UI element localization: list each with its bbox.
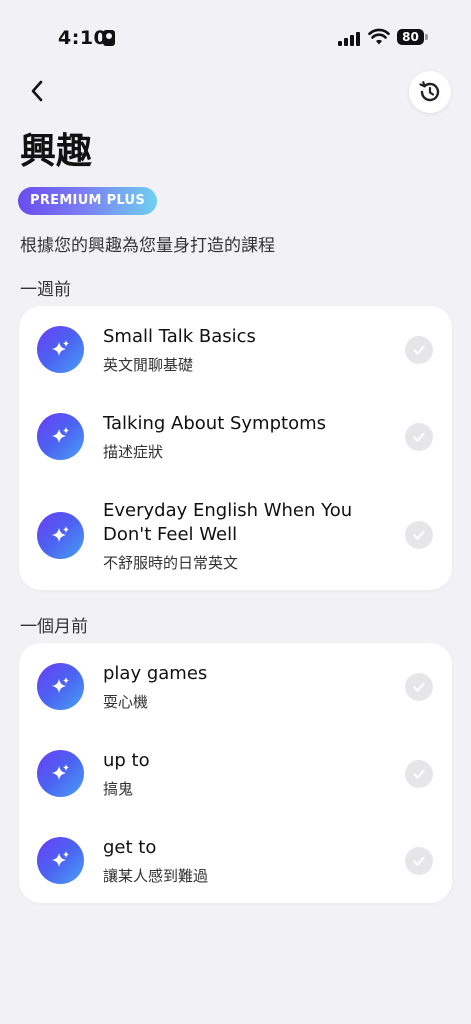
lesson-title: get to xyxy=(103,837,157,858)
checkmark-icon xyxy=(405,847,433,875)
premium-plus-badge: PREMIUM PLUS xyxy=(18,187,158,215)
chevron-left-icon xyxy=(31,80,43,102)
sparkle-icon xyxy=(37,750,84,797)
lesson-subtitle: 不舒服時的日常英文 xyxy=(103,554,239,572)
lesson-title: up to xyxy=(103,750,150,771)
status-bar: 4:10 80 xyxy=(0,0,471,70)
sparkle-icon xyxy=(37,512,84,559)
section-label-month-ago: 一個月前 xyxy=(20,617,88,637)
lesson-title: Small Talk Basics xyxy=(103,326,256,347)
history-button[interactable] xyxy=(409,71,451,113)
lesson-item[interactable]: Talking About Symptoms 描述症狀 xyxy=(19,393,452,480)
sparkle-icon xyxy=(37,413,84,460)
battery-tip xyxy=(425,34,428,40)
page-subtitle: 根據您的興趣為您量身打造的課程 xyxy=(20,236,275,256)
lesson-title: Talking About Symptoms xyxy=(103,413,326,434)
contact-card-icon xyxy=(103,30,115,46)
checkmark-icon xyxy=(405,521,433,549)
checkmark-icon xyxy=(405,673,433,701)
lesson-card-month-ago: play games 耍心機 up to 搞鬼 get to 讓某人感到難過 xyxy=(19,643,452,903)
lesson-item[interactable]: get to 讓某人感到難過 xyxy=(19,817,452,903)
checkmark-icon xyxy=(405,423,433,451)
history-icon xyxy=(419,81,440,102)
status-time: 4:10 xyxy=(58,27,108,49)
sparkle-icon xyxy=(37,837,84,884)
page-title: 興趣 xyxy=(20,131,93,172)
lesson-item[interactable]: play games 耍心機 xyxy=(19,643,452,730)
lesson-subtitle: 英文閒聊基礎 xyxy=(103,356,194,374)
checkmark-icon xyxy=(405,760,433,788)
back-button[interactable] xyxy=(22,76,52,106)
lesson-item[interactable]: up to 搞鬼 xyxy=(19,730,452,817)
sparkle-icon xyxy=(37,326,84,373)
lesson-title: Everyday English When You Don't Feel Wel… xyxy=(103,500,353,545)
lesson-item[interactable]: Small Talk Basics 英文閒聊基礎 xyxy=(19,306,452,393)
lesson-subtitle: 讓某人感到難過 xyxy=(103,867,209,885)
cellular-signal-icon xyxy=(338,32,362,46)
checkmark-icon xyxy=(405,336,433,364)
lesson-item[interactable]: Everyday English When You Don't Feel Wel… xyxy=(19,480,452,590)
lesson-card-week-ago: Small Talk Basics 英文閒聊基礎 Talking About S… xyxy=(19,306,452,590)
lesson-title: play games xyxy=(103,663,208,684)
wifi-icon xyxy=(368,28,390,45)
lesson-subtitle: 描述症狀 xyxy=(103,443,164,461)
lesson-subtitle: 搞鬼 xyxy=(103,780,134,798)
battery-indicator: 80 xyxy=(397,29,424,45)
sparkle-icon xyxy=(37,663,84,710)
section-label-week-ago: 一週前 xyxy=(20,280,71,300)
lesson-subtitle: 耍心機 xyxy=(103,693,149,711)
